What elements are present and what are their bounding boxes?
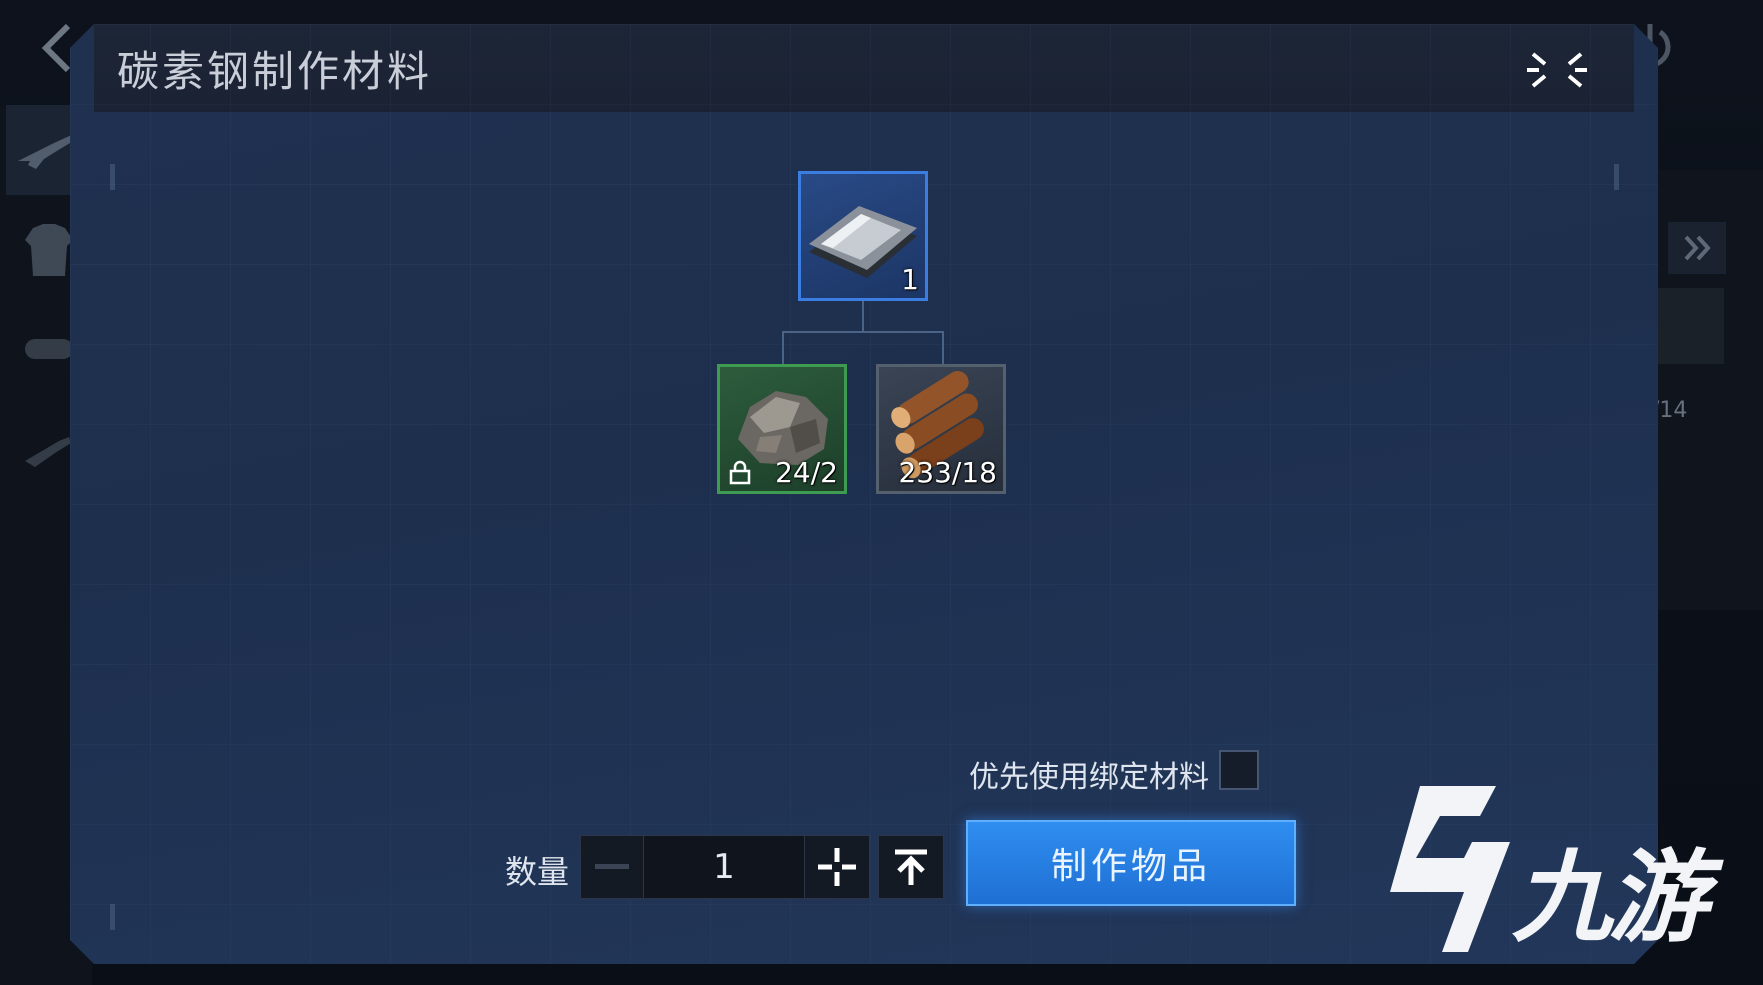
max-quantity-button[interactable] (878, 835, 944, 899)
quantity-label: 数量 (505, 853, 570, 891)
tree-connector (942, 331, 944, 364)
material-count: 24/2 (775, 456, 838, 489)
quantity-input[interactable]: 1 (644, 835, 804, 899)
product-item-card[interactable]: 1 (798, 171, 928, 301)
bind-priority-checkbox[interactable] (1219, 750, 1259, 790)
background-item-thumb (1648, 288, 1724, 364)
frame-tick (1614, 164, 1619, 190)
collapse-close-icon (1527, 52, 1587, 88)
material-count: 233/18 (898, 456, 997, 489)
tree-connector (782, 331, 944, 333)
quantity-stepper: 1 (580, 835, 870, 899)
dialog-title: 碳素钢制作材料 (117, 47, 433, 96)
craft-item-button[interactable]: 制作物品 (966, 820, 1296, 906)
frame-tick (110, 164, 115, 190)
plus-icon (818, 848, 856, 886)
product-count: 1 (901, 263, 919, 296)
tree-connector (782, 331, 784, 364)
max-arrow-icon (895, 849, 927, 885)
material-card-ore[interactable]: 24/2 (717, 364, 847, 494)
increment-button[interactable] (804, 835, 870, 899)
watermark-text: 九游 (1512, 839, 1708, 956)
expand-icon[interactable] (1668, 222, 1726, 274)
material-card-wood[interactable]: 233/18 (876, 364, 1006, 494)
minus-icon (595, 864, 629, 869)
frame-tick (110, 904, 115, 930)
close-button[interactable] (1525, 44, 1589, 96)
lock-icon (727, 459, 753, 485)
decrement-button[interactable] (580, 835, 644, 899)
tree-connector (862, 301, 864, 331)
bind-priority-label: 优先使用绑定材料 (969, 760, 1209, 795)
